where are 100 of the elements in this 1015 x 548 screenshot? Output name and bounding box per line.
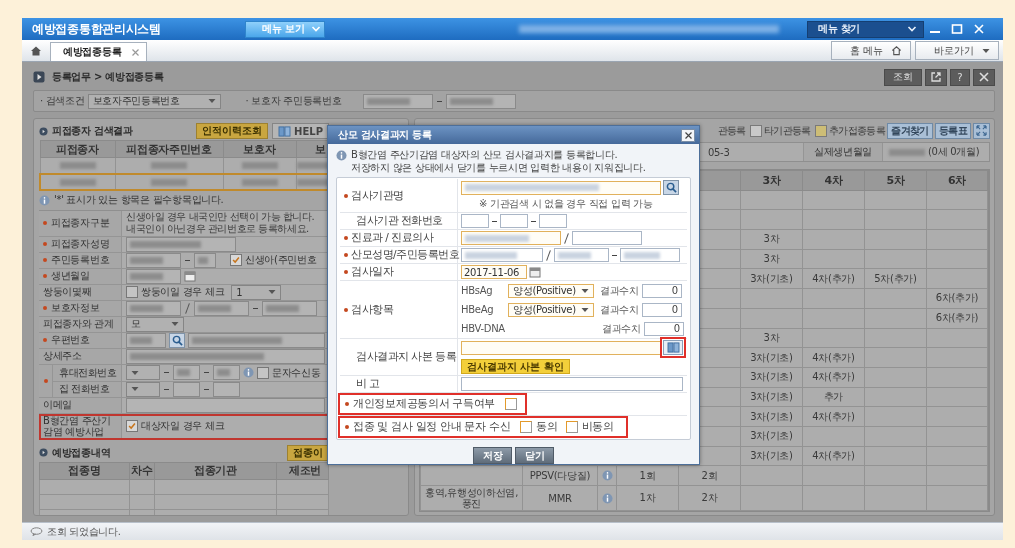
input-field[interactable] [461, 340, 661, 355]
checkbox[interactable] [126, 420, 138, 432]
dialog-title: 산모 검사결과지 등록 [338, 128, 432, 142]
checkbox[interactable] [520, 421, 533, 433]
input-field[interactable] [539, 214, 567, 228]
input-field[interactable] [173, 365, 200, 380]
table-row[interactable] [40, 173, 329, 190]
blurred-text [130, 240, 202, 248]
caret-icon [131, 369, 139, 376]
input-field[interactable] [461, 180, 661, 195]
bullet-icon [39, 448, 48, 457]
blurred-text [151, 178, 187, 186]
close-button[interactable] [973, 68, 995, 86]
button[interactable]: HELP [272, 123, 329, 139]
checkbox-label: 동의 [536, 420, 558, 434]
checkbox[interactable] [505, 398, 518, 410]
input-field[interactable] [572, 231, 642, 245]
dropdown[interactable] [126, 365, 160, 380]
blurred-text [465, 251, 517, 259]
menu-search-field[interactable]: 메뉴 찾기 [807, 20, 924, 38]
field-label: 결과수치 [602, 321, 641, 336]
checkbox[interactable] [230, 254, 242, 266]
close-button[interactable] [681, 128, 695, 142]
field-label: 실제생년월일 [803, 143, 883, 161]
checkbox[interactable] [565, 421, 578, 433]
button[interactable]: 즐겨찾기 [887, 122, 933, 139]
blurred-text [465, 234, 530, 242]
speech-bubble-icon [30, 527, 43, 536]
date-field[interactable]: 2017-11-06 [461, 265, 527, 279]
input-field[interactable] [461, 248, 543, 262]
number-field[interactable]: 0 [641, 302, 682, 317]
button[interactable]: 저장 [473, 447, 512, 464]
input-field[interactable] [173, 381, 200, 397]
button[interactable]: 인적이력조회 [196, 123, 269, 139]
checkbox[interactable] [257, 366, 269, 379]
input-field[interactable] [461, 231, 561, 245]
field-label: 산모성명/주민등록번호 [351, 248, 460, 262]
blurred-text [130, 272, 163, 280]
shortcut-button[interactable]: 바로가기 [915, 41, 999, 60]
input-field[interactable] [554, 248, 609, 262]
tab[interactable]: 예방접종등록 [50, 42, 148, 61]
checkbox-label: 신생아(주민번호 [245, 253, 317, 267]
search-button[interactable] [663, 180, 679, 195]
dropdown[interactable]: 보호자주민등록번호 [87, 93, 221, 109]
field-label: B형간염 주산기 감염 예방사업 [43, 414, 112, 438]
calendar-icon[interactable] [184, 270, 196, 282]
blurred-text [59, 162, 96, 170]
input-field[interactable] [461, 214, 489, 228]
dropdown[interactable]: 양성(Positive) [508, 283, 594, 298]
attach-button[interactable] [663, 340, 683, 355]
column-header: 제조번 [276, 462, 329, 479]
notice-text: B형간염 주산기감염 대상자의 산모 검사결과지를 등록합니다. [351, 149, 619, 162]
maximize-icon [951, 23, 963, 35]
number-field[interactable]: 0 [641, 283, 682, 298]
input-field[interactable] [362, 93, 433, 109]
note-text: 신생아일 경우 내국인만 선택이 가능 합니다. [126, 210, 315, 223]
column-header: 차수 [129, 462, 155, 479]
caret-icon [207, 98, 216, 104]
checkbox[interactable] [126, 286, 138, 298]
section-title: 피접종자 검색결과 [52, 124, 133, 138]
caret-icon [581, 287, 589, 294]
expand-button[interactable] [973, 122, 990, 139]
home-icon[interactable] [30, 44, 42, 57]
field-value: 05-3 [708, 146, 731, 158]
close-icon [683, 130, 693, 140]
dropdown[interactable]: 양성(Positive) [508, 302, 594, 317]
close-icon[interactable] [131, 47, 141, 57]
info-icon [39, 194, 50, 206]
input-field[interactable] [213, 365, 240, 380]
calendar-icon[interactable] [529, 266, 541, 278]
close-icon [978, 71, 990, 83]
input-field[interactable] [461, 377, 683, 391]
info-icon[interactable] [601, 492, 613, 504]
button[interactable]: 등록표 [934, 122, 971, 139]
button[interactable]: 검사결과지 사본 확인 [461, 359, 570, 374]
table-row[interactable] [40, 157, 329, 174]
column-header: 피접종자 [40, 140, 115, 158]
button[interactable]: 닫기 [515, 447, 554, 464]
checkbox-label: 대상자일 경우 체크 [141, 419, 225, 433]
input-field[interactable] [620, 248, 680, 262]
dropdown[interactable] [126, 381, 160, 397]
popout-button[interactable] [925, 68, 947, 86]
field-label: 우편번호 [51, 334, 90, 346]
number-field[interactable]: 0 [643, 321, 684, 336]
age-text: (0세 0개월) [928, 145, 980, 159]
field-label: · 보호자 주민등록번호 [245, 94, 342, 108]
toolbar-button[interactable]: 조회 [884, 68, 922, 86]
blurred-text [217, 369, 231, 376]
input-field[interactable] [445, 93, 516, 109]
info-icon[interactable] [601, 470, 613, 482]
table-cell: 홍역,유행성이하선염,풍진 [420, 485, 523, 511]
input-field[interactable] [213, 381, 240, 397]
legend-label: 관등록 [717, 123, 746, 138]
column-header: 보 [296, 140, 329, 158]
button[interactable]: 접종이 [287, 444, 329, 461]
input-field[interactable] [500, 214, 528, 228]
legend-label: 추가접종등록 [828, 123, 886, 138]
toolbar-button[interactable]: ? [950, 68, 970, 86]
chevron-icon [907, 25, 917, 33]
shortcut-button[interactable]: 홈 메뉴 [830, 41, 911, 60]
